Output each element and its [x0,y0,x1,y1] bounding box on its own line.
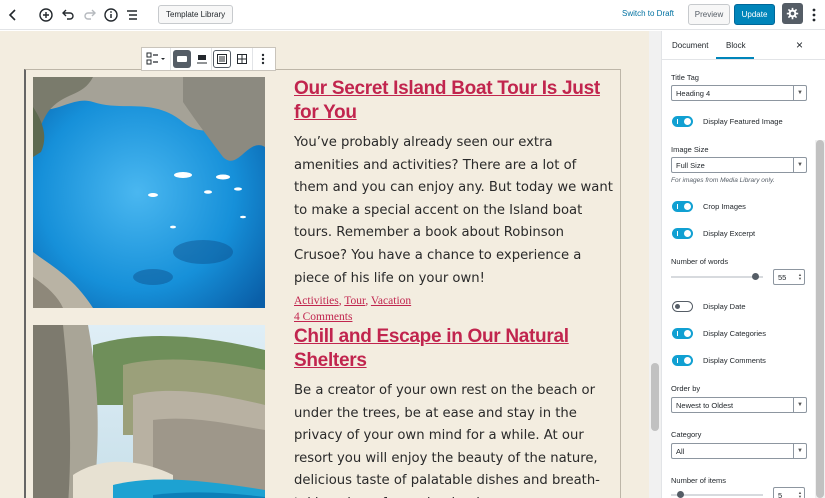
add-block-icon[interactable] [36,5,56,25]
outline-icon[interactable] [122,5,142,25]
grid-view-icon[interactable] [232,48,252,70]
category-label: Category [671,430,702,439]
title-tag-select[interactable]: Heading 4 ▼ [671,85,807,101]
sidebar-tabs: Document Block × [662,31,825,60]
number-of-words-value: 55 [778,272,787,282]
order-by-value: Newest to Oldest [676,400,734,410]
top-toolbar: Template Library Switch to Draft Preview… [0,0,825,30]
number-of-items-value: 5 [778,490,783,498]
gear-icon [786,7,799,20]
preview-button[interactable]: Preview [688,4,730,25]
block-type-icon[interactable] [142,48,170,70]
image-size-select[interactable]: Full Size ▼ [671,157,807,173]
block-toolbar [141,47,276,71]
close-icon[interactable]: × [796,38,803,52]
chevron-down-icon: ▼ [793,398,806,412]
category-link[interactable]: Tour [344,295,365,307]
post-title[interactable]: Our Secret Island Boat Tour Is Just for … [294,77,614,125]
undo-icon[interactable] [58,5,78,25]
editor-scrollbar[interactable] [649,31,661,498]
comments-toggle[interactable] [672,355,693,366]
list-view-icon[interactable] [213,50,231,68]
layout-list-icon[interactable] [173,50,191,68]
words-range-track[interactable] [671,276,763,278]
categories-toggle[interactable] [672,328,693,339]
back-icon[interactable] [3,5,23,25]
redo-icon[interactable] [80,5,100,25]
comments-label: Display Comments [703,356,766,365]
info-icon[interactable] [101,5,121,25]
switch-to-draft-link[interactable]: Switch to Draft [622,9,674,18]
post-excerpt: Be a creator of your own rest on the bea… [294,383,600,498]
template-library-button[interactable]: Template Library [158,5,234,24]
active-tab-indicator [716,57,754,59]
excerpt-label: Display Excerpt [703,229,756,238]
date-label: Display Date [703,302,746,311]
number-of-items-input[interactable]: 5 ▲ ▼ [773,487,805,498]
editor-canvas: Our Secret Island Boat Tour Is Just for … [0,31,661,498]
excerpt-toggle[interactable] [672,228,693,239]
category-select[interactable]: All ▼ [671,443,807,459]
image-size-label: Image Size [671,145,709,154]
settings-button[interactable] [782,3,803,24]
chevron-down-icon: ▼ [793,444,806,458]
post-content: Chill and Escape in Our Natural Shelters… [294,325,614,498]
date-toggle[interactable] [672,301,693,312]
post-item: Chill and Escape in Our Natural Shelters… [33,325,608,498]
post-excerpt: You’ve probably already seen our extra a… [294,135,613,286]
settings-sidebar: Document Block × Title Tag Heading 4 ▼ D… [661,31,825,498]
featured-image-cove[interactable] [33,325,265,498]
items-range-track[interactable] [671,494,763,496]
number-of-words-input[interactable]: 55 ▲ ▼ [773,269,805,285]
chevron-down-icon: ▼ [793,86,806,100]
order-by-label: Order by [671,384,701,393]
tab-document[interactable]: Document [672,41,708,50]
crop-images-toggle[interactable] [672,201,693,212]
number-of-items-label: Number of items [671,476,727,485]
number-of-words-label: Number of words [671,257,729,266]
chevron-down-icon: ▼ [793,158,806,172]
post-comments-link[interactable]: 4 Comments [294,311,614,323]
layout-card-icon[interactable] [193,48,211,70]
more-options-icon[interactable] [253,48,273,70]
post-categories: Activities, Tour, Vacation [294,295,412,308]
image-size-value: Full Size [676,160,705,170]
post-item: Our Secret Island Boat Tour Is Just for … [33,77,613,323]
words-range-thumb[interactable] [752,273,760,280]
items-range-thumb[interactable] [677,491,684,498]
title-tag-label: Title Tag [671,73,699,82]
post-content: Our Secret Island Boat Tour Is Just for … [294,77,614,323]
post-title[interactable]: Chill and Escape in Our Natural Shelters [294,325,614,373]
category-link[interactable]: Activities [294,295,339,307]
crop-images-label: Crop Images [703,202,746,211]
sidebar-scrollbar[interactable] [815,140,825,498]
order-by-select[interactable]: Newest to Oldest ▼ [671,397,807,413]
more-vertical-icon[interactable] [806,5,822,25]
title-tag-value: Heading 4 [676,88,711,98]
featured-image-boats[interactable] [33,77,265,308]
featured-image-label: Display Featured Image [703,117,783,126]
update-button[interactable]: Update [734,4,775,25]
featured-image-toggle[interactable] [672,116,693,127]
tab-block[interactable]: Block [726,41,746,50]
categories-label: Display Categories [703,329,766,338]
category-value: All [676,446,685,456]
image-size-help: For images from Media Library only. [671,177,775,184]
category-link[interactable]: Vacation [371,295,411,307]
